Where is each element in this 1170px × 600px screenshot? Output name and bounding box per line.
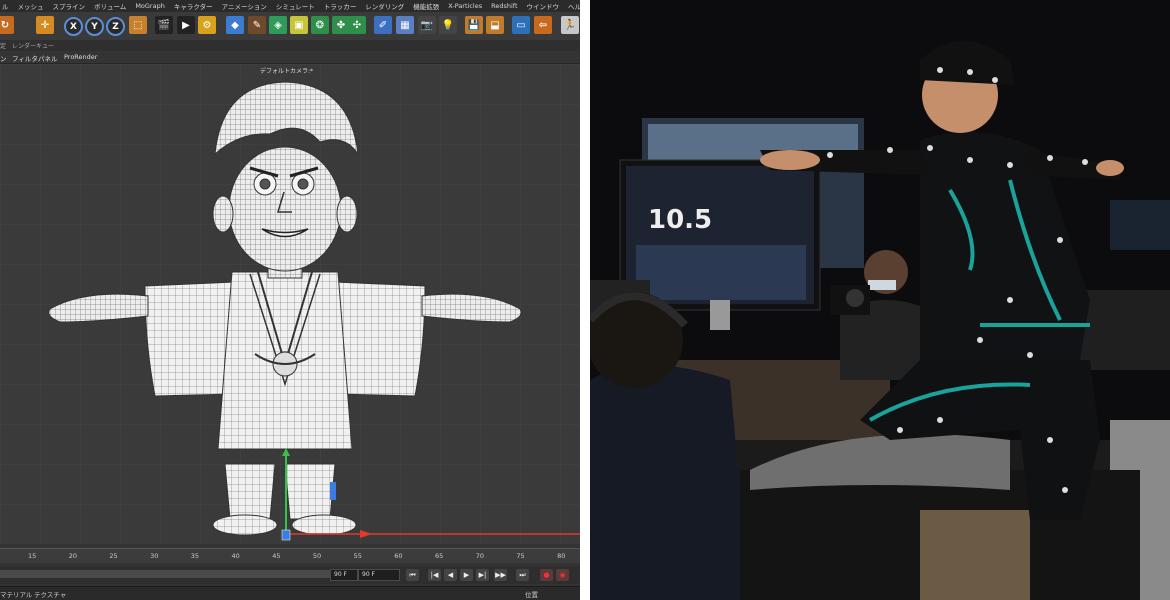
camera-label: デフォルトカメラ:* (260, 68, 314, 75)
z-axis-label: Z (112, 21, 119, 32)
move-tool-icon[interactable]: ✛ (36, 16, 54, 34)
auto-key-button[interactable]: ◉ (556, 569, 569, 581)
gizmo-center[interactable] (281, 529, 291, 541)
undo-icon[interactable]: ↻ (0, 16, 14, 34)
toolbar: ↻ ✛ X Y Z ⬚ 🎬 ▶ ⚙ ◆ ✎ ◈ ▣ ❂ ✤ ✣ ✐ ▦ 📷 💡 … (0, 12, 580, 41)
record-button[interactable]: ● (540, 569, 553, 581)
generator-icon[interactable]: ❂ (311, 16, 329, 34)
viewport-menu-panel[interactable]: パネル (38, 53, 58, 63)
bottom-bar: マテリアル テクスチャ 位置 (0, 586, 580, 600)
ruler-tick-label: 50 (312, 552, 322, 560)
menu-item[interactable]: トラッカー (324, 1, 357, 11)
x-axis-lock-button[interactable]: X (64, 17, 83, 36)
ruler-tick-label: 30 (150, 552, 159, 560)
menu-item[interactable]: スプライン (53, 1, 86, 11)
materials-tab[interactable]: マテリアル (0, 589, 32, 599)
y-axis-lock-button[interactable]: Y (85, 17, 104, 36)
viewport-menu-item[interactable]: ン (0, 53, 7, 63)
viewport-canvas (0, 64, 580, 544)
menu-item[interactable]: ウインドウ (527, 1, 560, 11)
menu-item[interactable]: X-Particles (448, 2, 482, 10)
menu-item[interactable]: Redshift (491, 2, 517, 10)
z-axis-handle[interactable] (330, 482, 336, 500)
ruler-tick-label: 80 (557, 552, 566, 560)
viewport-menu-filter[interactable]: フィルタ (12, 53, 38, 63)
end-frame-field-2[interactable]: 90 F (358, 569, 400, 581)
deformer-icon[interactable]: ▣ (290, 16, 308, 34)
figure-icon[interactable]: 🏃 (561, 16, 579, 34)
prev-frame-button[interactable]: ◀ (444, 569, 457, 581)
cube-icon[interactable]: ◆ (226, 16, 244, 34)
sub-bar: 定 レンダーキュー (0, 40, 580, 51)
save-icon[interactable]: 💾 (465, 16, 483, 34)
panel-divider (580, 0, 590, 600)
observer-body (590, 365, 750, 600)
y-axis-label: Y (91, 21, 98, 32)
ruler-tick-label: 20 (68, 552, 77, 560)
subbar-label: 定 (0, 43, 7, 50)
go-to-start-button[interactable]: ⏮ (406, 569, 419, 581)
light-icon[interactable]: 💡 (439, 16, 457, 34)
ruler-tick-label: 75 (516, 552, 525, 560)
menu-item[interactable]: シミュレート (276, 1, 315, 11)
z-axis-lock-button[interactable]: Z (106, 17, 125, 36)
menu-item[interactable]: レンダリング (365, 1, 404, 11)
render-settings-icon[interactable]: ⚙ (198, 16, 216, 34)
mocap-scene: 10.5 (590, 0, 1170, 600)
ruler-tick-label: 45 (272, 552, 281, 560)
texture-tab[interactable]: テクスチャ (34, 589, 66, 599)
menu-item[interactable]: メッシュ (18, 1, 44, 11)
coordinate-system-icon[interactable]: ⬚ (129, 16, 147, 34)
ruler-tick-label: 70 (475, 552, 484, 560)
viewport[interactable] (0, 64, 580, 544)
render-queue-tab[interactable]: レンダーキュー (12, 41, 54, 50)
ruler-tick-label: 65 (435, 552, 444, 560)
render-view-icon[interactable]: 🎬 (155, 16, 173, 34)
end-frame-field[interactable]: 90 F (330, 569, 358, 581)
menu-item[interactable]: ヘルプ (568, 1, 580, 11)
x-axis-label: X (70, 21, 77, 32)
timeline-ruler[interactable]: 15 20 25 30 35 40 45 50 55 60 65 70 75 80 (0, 548, 580, 563)
floor-icon[interactable]: ▦ (396, 16, 414, 34)
monitor-text: 10.5 (648, 205, 712, 235)
menu-item[interactable]: ル (2, 1, 9, 11)
timeline-track[interactable] (0, 570, 340, 578)
next-frame-button[interactable]: ▶| (476, 569, 489, 581)
field-icon[interactable]: ✐ (374, 16, 392, 34)
menu-item[interactable]: ボリューム (94, 1, 126, 11)
next-key-button[interactable]: ▶▶ (494, 569, 507, 581)
arrow-icon[interactable]: ⇦ (534, 16, 552, 34)
menu-item[interactable]: MoGraph (135, 2, 165, 10)
cinema4d-panel: ルメッシュ スプライン ボリューム MoGraph キャラクター アニメーション シミュレー… (0, 0, 580, 600)
prev-key-button[interactable]: |◀ (428, 569, 441, 581)
camera-icon[interactable]: 📷 (418, 16, 436, 34)
menu-item[interactable]: アニメーション (222, 1, 267, 11)
ruler-tick-label: 40 (231, 552, 240, 560)
menu-bar: ルメッシュ スプライン ボリューム MoGraph キャラクター アニメーション シミュレー… (0, 0, 580, 12)
render-picture-viewer-icon[interactable]: ▶ (177, 16, 195, 34)
position-label: 位置 (525, 591, 538, 599)
cloner-icon[interactable]: ✣ (348, 16, 366, 34)
ruler-tick-label: 55 (353, 552, 362, 560)
go-to-end-button[interactable]: ⏭ (516, 569, 529, 581)
layout-icon[interactable]: ▭ (512, 16, 530, 34)
play-button[interactable]: ▶ (460, 569, 473, 581)
menu-item[interactable]: キャラクター (174, 1, 213, 11)
motion-capture-photo: 10.5 (590, 0, 1170, 600)
ruler-tick-label: 35 (190, 552, 200, 560)
menu-item[interactable]: 機能拡張 (413, 1, 439, 11)
ruler-tick-label: 25 (109, 552, 118, 560)
subdivision-icon[interactable]: ◈ (269, 16, 287, 34)
viewport-menu-prorender[interactable]: ProRender (64, 53, 97, 61)
ruler-tick-label: 60 (394, 552, 403, 560)
viewport-menu: ン フィルタ パネル ProRender (0, 51, 580, 64)
save-incremental-icon[interactable]: ⬓ (486, 16, 504, 34)
pen-icon[interactable]: ✎ (248, 16, 266, 34)
ruler-tick-label: 15 (28, 552, 37, 560)
playback-bar: 90 F 90 F ⏮ |◀ ◀ ▶ ▶| ▶▶ ⏭ ● ◉ (0, 566, 580, 584)
